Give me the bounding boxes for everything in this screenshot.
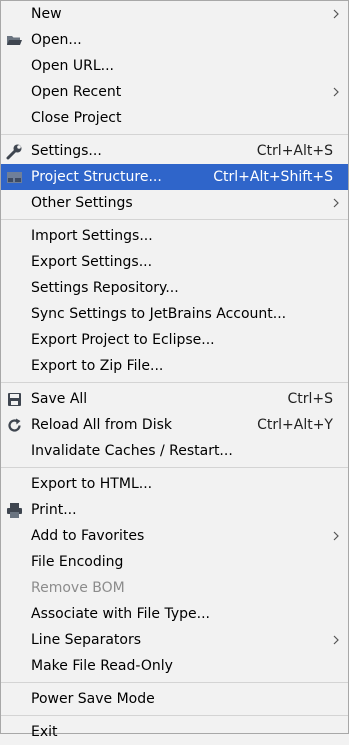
menu-item-export-zip[interactable]: Export to Zip File... bbox=[1, 353, 348, 379]
menu-item-label: Import Settings... bbox=[31, 228, 153, 244]
menu-item-invalidate-caches[interactable]: Invalidate Caches / Restart... bbox=[1, 438, 348, 464]
save-icon bbox=[6, 391, 23, 408]
menu-item-open-url[interactable]: Open URL... bbox=[1, 53, 348, 79]
menu-item-label: Save All bbox=[31, 391, 88, 407]
menu-item-label: Export Settings... bbox=[31, 254, 153, 270]
menu-separator bbox=[1, 134, 348, 135]
submenu-arrow-icon bbox=[332, 523, 342, 549]
menu-item-new[interactable]: New bbox=[1, 1, 348, 27]
menu-item-project-structure[interactable]: Project Structure... Ctrl+Alt+Shift+S bbox=[1, 164, 348, 190]
menu-item-label: Open URL... bbox=[31, 58, 114, 74]
menu-item-save-all[interactable]: Save All Ctrl+S bbox=[1, 386, 348, 412]
menu-item-shortcut: Ctrl+Alt+Shift+S bbox=[213, 169, 333, 185]
menu-item-make-read-only[interactable]: Make File Read-Only bbox=[1, 653, 348, 679]
menu-item-label: Invalidate Caches / Restart... bbox=[31, 443, 233, 459]
menu-item-label: Close Project bbox=[31, 110, 122, 126]
menu-item-label: Other Settings bbox=[31, 195, 133, 211]
menu-separator bbox=[1, 467, 348, 468]
menu-item-label: Exit bbox=[31, 724, 58, 740]
menu-item-export-settings[interactable]: Export Settings... bbox=[1, 249, 348, 275]
menu-item-remove-bom: Remove BOM bbox=[1, 575, 348, 601]
project-structure-icon bbox=[6, 169, 23, 186]
menu-item-label: Export Project to Eclipse... bbox=[31, 332, 215, 348]
menu-item-file-encoding[interactable]: File Encoding bbox=[1, 549, 348, 575]
menu-item-other-settings[interactable]: Other Settings bbox=[1, 190, 348, 216]
menu-item-shortcut: Ctrl+Alt+Y bbox=[257, 417, 333, 433]
menu-item-line-separators[interactable]: Line Separators bbox=[1, 627, 348, 653]
menu-item-import-settings[interactable]: Import Settings... bbox=[1, 223, 348, 249]
menu-separator bbox=[1, 219, 348, 220]
menu-item-label: Print... bbox=[31, 502, 77, 518]
menu-item-label: Make File Read-Only bbox=[31, 658, 173, 674]
menu-item-shortcut: Ctrl+Alt+S bbox=[256, 143, 333, 159]
menu-item-associate-file-type[interactable]: Associate with File Type... bbox=[1, 601, 348, 627]
reload-icon bbox=[6, 417, 23, 434]
print-icon bbox=[6, 502, 23, 519]
menu-item-label: Settings... bbox=[31, 143, 102, 159]
menu-item-label: Settings Repository... bbox=[31, 280, 179, 296]
menu-item-label: File Encoding bbox=[31, 554, 124, 570]
menu-separator bbox=[1, 715, 348, 716]
menu-item-label: Project Structure... bbox=[31, 169, 162, 185]
menu-item-label: Line Separators bbox=[31, 632, 142, 648]
menu-item-export-eclipse[interactable]: Export Project to Eclipse... bbox=[1, 327, 348, 353]
menu-item-label: Open Recent bbox=[31, 84, 122, 100]
menu-item-shortcut: Ctrl+S bbox=[287, 391, 333, 407]
menu-item-label: Export to HTML... bbox=[31, 476, 153, 492]
menu-item-label: Export to Zip File... bbox=[31, 358, 164, 374]
menu-item-close-project[interactable]: Close Project bbox=[1, 105, 348, 131]
menu-item-settings[interactable]: Settings... Ctrl+Alt+S bbox=[1, 138, 348, 164]
menu-item-label: Add to Favorites bbox=[31, 528, 145, 544]
menu-item-export-html[interactable]: Export to HTML... bbox=[1, 471, 348, 497]
menu-item-open-recent[interactable]: Open Recent bbox=[1, 79, 348, 105]
file-menu: New Open... Open URL... Open Recent Clos… bbox=[0, 0, 349, 740]
menu-item-settings-repository[interactable]: Settings Repository... bbox=[1, 275, 348, 301]
folder-icon bbox=[6, 32, 23, 49]
menu-item-label: New bbox=[31, 6, 62, 22]
menu-separator bbox=[1, 382, 348, 383]
menu-item-label: Sync Settings to JetBrains Account... bbox=[31, 306, 287, 322]
menu-item-label: Reload All from Disk bbox=[31, 417, 172, 433]
menu-item-exit[interactable]: Exit bbox=[1, 719, 348, 745]
submenu-arrow-icon bbox=[332, 627, 342, 653]
menu-item-sync-settings[interactable]: Sync Settings to JetBrains Account... bbox=[1, 301, 348, 327]
submenu-arrow-icon bbox=[332, 1, 342, 27]
menu-item-label: Power Save Mode bbox=[31, 691, 155, 707]
menu-item-print[interactable]: Print... bbox=[1, 497, 348, 523]
menu-item-open[interactable]: Open... bbox=[1, 27, 348, 53]
menu-item-power-save-mode[interactable]: Power Save Mode bbox=[1, 686, 348, 712]
menu-item-label: Open... bbox=[31, 32, 82, 48]
menu-item-label: Associate with File Type... bbox=[31, 606, 210, 622]
menu-item-add-to-favorites[interactable]: Add to Favorites bbox=[1, 523, 348, 549]
menu-item-label: Remove BOM bbox=[31, 580, 125, 596]
submenu-arrow-icon bbox=[332, 79, 342, 105]
menu-separator bbox=[1, 682, 348, 683]
wrench-icon bbox=[6, 143, 23, 160]
submenu-arrow-icon bbox=[332, 190, 342, 216]
menu-item-reload-all[interactable]: Reload All from Disk Ctrl+Alt+Y bbox=[1, 412, 348, 438]
